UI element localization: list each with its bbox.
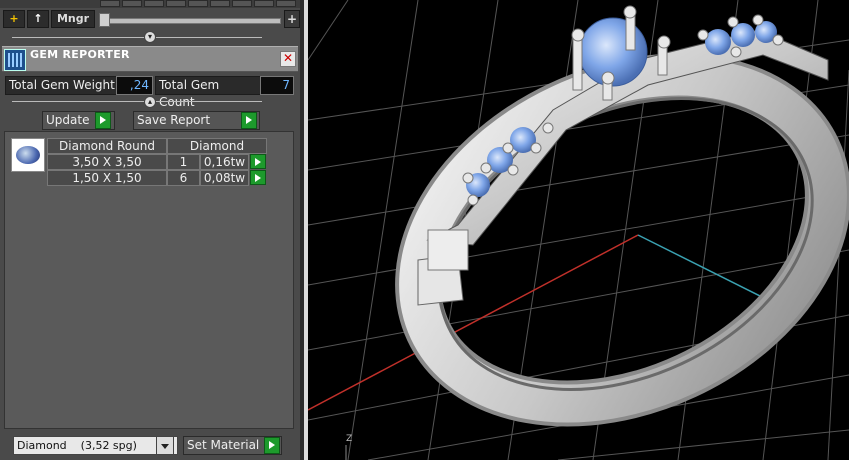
top-strip-cell[interactable] xyxy=(122,0,142,7)
top-strip-cell[interactable] xyxy=(232,0,252,7)
material-select[interactable]: Diamond (3,52 spg) xyxy=(13,436,178,455)
table-header-shape: Diamond Round xyxy=(47,138,167,154)
zoom-slider-track[interactable] xyxy=(99,18,281,24)
gem-reporter-logo-icon xyxy=(4,49,26,71)
zoom-slider-knob[interactable] xyxy=(99,13,110,27)
diamond-round-icon xyxy=(16,146,40,164)
total-gem-weight-label: Total Gem Weight xyxy=(5,76,120,95)
update-arrow-icon[interactable] xyxy=(95,112,111,129)
set-material-arrow-icon[interactable] xyxy=(264,437,280,454)
chevron-down-icon[interactable] xyxy=(156,436,174,455)
update-button-label: Update xyxy=(46,113,90,127)
table-header-material: Diamond xyxy=(167,138,267,154)
divider xyxy=(12,101,262,102)
table-row-weight: 0,08tw xyxy=(200,170,249,186)
table-row-size: 3,50 X 3,50 xyxy=(47,154,167,170)
save-report-button-label: Save Report xyxy=(137,113,211,127)
panel-title: GEM REPORTER xyxy=(30,48,130,61)
collapse-toggle-icon[interactable]: ▾ xyxy=(144,31,156,43)
panel-header: GEM REPORTER ✕ xyxy=(2,46,298,72)
top-strip-cell[interactable] xyxy=(100,0,120,7)
material-select-value: Diamond (3,52 spg) xyxy=(17,439,137,452)
add-button[interactable]: + xyxy=(284,10,300,28)
table-row-weight: 0,16tw xyxy=(200,154,249,170)
gem-report-table: Diamond Round Diamond 3,50 X 3,50 1 0,16… xyxy=(4,131,294,429)
up-arrow-button[interactable]: ↑ xyxy=(27,10,49,28)
expand-toggle-icon[interactable]: ▴ xyxy=(144,96,156,108)
row-select-arrow-icon[interactable] xyxy=(250,154,266,169)
top-strip-cell[interactable] xyxy=(254,0,274,7)
top-strip xyxy=(0,0,304,8)
total-gem-weight-value: ,24 xyxy=(116,76,153,95)
top-strip-cell[interactable] xyxy=(276,0,296,7)
top-strip-cell[interactable] xyxy=(144,0,164,7)
close-icon[interactable]: ✕ xyxy=(280,51,296,67)
set-material-button-label: Set Material xyxy=(187,438,260,452)
viewport-canvas: Z xyxy=(308,0,849,460)
top-strip-cell[interactable] xyxy=(210,0,230,7)
table-row-count: 1 xyxy=(167,154,200,170)
total-gem-count-label: Total Gem Count xyxy=(155,76,261,109)
gem-reporter-panel: + ↑ Mngr + ▾ GEM REPORTER ✕ Total Gem We… xyxy=(0,0,304,460)
table-row-count: 6 xyxy=(167,170,200,186)
divider xyxy=(12,37,262,38)
total-gem-count-value: 7 xyxy=(260,76,294,95)
add-plugin-button[interactable]: + xyxy=(3,10,25,28)
save-report-arrow-icon[interactable] xyxy=(241,112,257,129)
3d-viewport[interactable]: Z xyxy=(308,0,849,460)
manager-button[interactable]: Mngr xyxy=(51,10,95,28)
top-strip-cell[interactable] xyxy=(166,0,186,7)
y-axis-line xyxy=(637,234,769,301)
z-axis-label: Z xyxy=(346,434,352,444)
gem-thumbnail[interactable] xyxy=(11,138,45,172)
top-strip-cell[interactable] xyxy=(188,0,208,7)
table-row-size: 1,50 X 1,50 xyxy=(47,170,167,186)
toolbar: + ↑ Mngr + xyxy=(0,8,304,30)
row-select-arrow-icon[interactable] xyxy=(250,170,266,185)
